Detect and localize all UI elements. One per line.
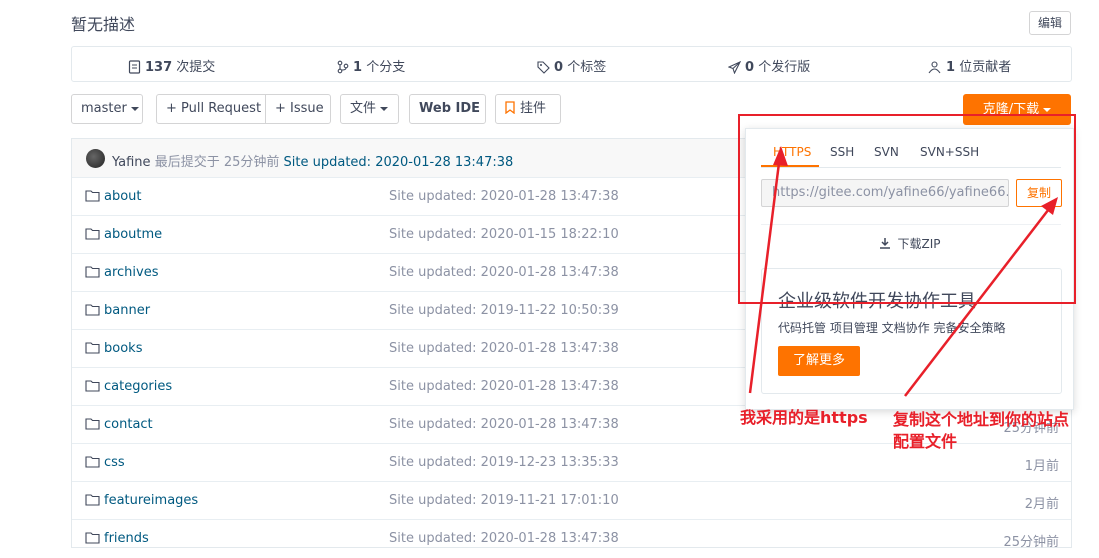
pull-request-button[interactable]: + Pull Request [156, 94, 266, 124]
releases-label: 个发行版 [758, 60, 811, 75]
avatar[interactable] [86, 149, 105, 168]
web-ide-button[interactable]: Web IDE [409, 94, 486, 124]
issue-button[interactable]: + Issue [265, 94, 331, 124]
commits-count: 137 [145, 60, 173, 75]
file-name[interactable]: archives [104, 265, 159, 280]
pin-button[interactable]: 挂件 [495, 94, 561, 124]
bookmark-icon [505, 101, 515, 115]
file-name[interactable]: books [104, 341, 142, 356]
annotation-highlight-box [738, 114, 1076, 304]
learn-more-button[interactable]: 了解更多 [778, 346, 860, 376]
commit-message[interactable]: Site updated: 2020-01-28 13:47:38 [284, 155, 514, 170]
folder-icon [85, 304, 100, 316]
file-name[interactable]: about [104, 189, 142, 204]
folder-icon [85, 532, 100, 544]
repo-description: 暂无描述 [71, 15, 136, 34]
stat-tags[interactable]: 0 个标签 [537, 56, 606, 75]
promo-subtitle: 代码托管 项目管理 文档协作 完备安全策略 [778, 321, 1006, 335]
file-name[interactable]: css [104, 455, 125, 470]
file-name[interactable]: featureimages [104, 493, 198, 508]
table-row[interactable]: friends Site updated: 2020-01-28 13:47:3… [72, 519, 1071, 558]
releases-count: 0 [745, 60, 755, 75]
chevron-down-icon [380, 106, 389, 111]
file-name[interactable]: categories [104, 379, 172, 394]
file-name[interactable]: banner [104, 303, 150, 318]
folder-icon [85, 494, 100, 506]
edit-button[interactable]: 编辑 [1029, 11, 1071, 35]
commit-label: 最后提交于 [154, 155, 220, 170]
branch-name: master [81, 101, 127, 116]
annotation-https-note: 我采用的是https [740, 408, 868, 427]
commits-icon [128, 60, 141, 74]
file-name[interactable]: friends [104, 531, 149, 546]
commits-label: 次提交 [176, 60, 216, 75]
folder-icon [85, 266, 100, 278]
pin-label: 挂件 [520, 101, 547, 116]
send-icon [727, 60, 742, 75]
files-label: 文件 [350, 101, 377, 116]
file-commit-message[interactable]: Site updated: 2020-01-28 13:47:38 [389, 417, 619, 432]
folder-icon [85, 228, 100, 240]
folder-icon [85, 380, 100, 392]
file-time: 1月前 [1024, 459, 1059, 474]
branch-select[interactable]: master [71, 94, 143, 124]
annotation-copy-note-line2: 配置文件 [893, 432, 958, 451]
file-commit-message[interactable]: Site updated: 2020-01-28 13:47:38 [389, 531, 619, 546]
file-time: 2月前 [1024, 497, 1059, 512]
tags-label: 个标签 [567, 60, 607, 75]
file-commit-message[interactable]: Site updated: 2020-01-15 18:22:10 [389, 227, 619, 242]
file-commit-message[interactable]: Site updated: 2019-12-23 13:35:33 [389, 455, 619, 470]
file-commit-message[interactable]: Site updated: 2020-01-28 13:47:38 [389, 341, 619, 356]
file-commit-message[interactable]: Site updated: 2020-01-28 13:47:38 [389, 379, 619, 394]
folder-icon [85, 342, 100, 354]
file-commit-message[interactable]: Site updated: 2020-01-28 13:47:38 [389, 265, 619, 280]
commit-author[interactable]: Yafine [112, 155, 151, 170]
contributors-label: 位贡献者 [959, 60, 1012, 75]
folder-icon [85, 190, 100, 202]
file-name[interactable]: contact [104, 417, 153, 432]
files-dropdown[interactable]: 文件 [340, 94, 399, 124]
chevron-down-icon [1043, 107, 1052, 112]
file-commit-message[interactable]: Site updated: 2019-11-21 17:01:10 [389, 493, 619, 508]
file-commit-message[interactable]: Site updated: 2020-01-28 13:47:38 [389, 189, 619, 204]
tag-icon [537, 61, 550, 74]
commit-info: Yafine 最后提交于 25分钟前 Site updated: 2020-01… [112, 151, 513, 170]
branches-count: 1 [353, 60, 363, 75]
file-name[interactable]: aboutme [104, 227, 162, 242]
stat-contributors[interactable]: 1 位贡献者 [927, 56, 1011, 75]
stat-branches[interactable]: 1 个分支 [337, 56, 405, 75]
branches-label: 个分支 [366, 60, 406, 75]
repo-stats-bar: 137 次提交 1 个分支 0 个标签 0 个发行版 1 位贡献者 [71, 46, 1072, 82]
branch-icon [337, 60, 349, 74]
annotation-copy-note: 复制这个地址到你的站点 [893, 410, 1070, 429]
table-row[interactable]: featureimages Site updated: 2019-11-21 1… [72, 481, 1071, 520]
stat-commits[interactable]: 137 次提交 [128, 56, 215, 75]
commit-time: 25分钟前 [223, 155, 280, 170]
folder-icon [85, 418, 100, 430]
contributors-count: 1 [946, 60, 956, 75]
contributors-icon [928, 61, 941, 74]
stat-releases[interactable]: 0 个发行版 [727, 56, 811, 75]
folder-icon [85, 456, 100, 468]
tags-count: 0 [554, 60, 564, 75]
chevron-down-icon [130, 106, 139, 111]
file-commit-message[interactable]: Site updated: 2019-11-22 10:50:39 [389, 303, 619, 318]
